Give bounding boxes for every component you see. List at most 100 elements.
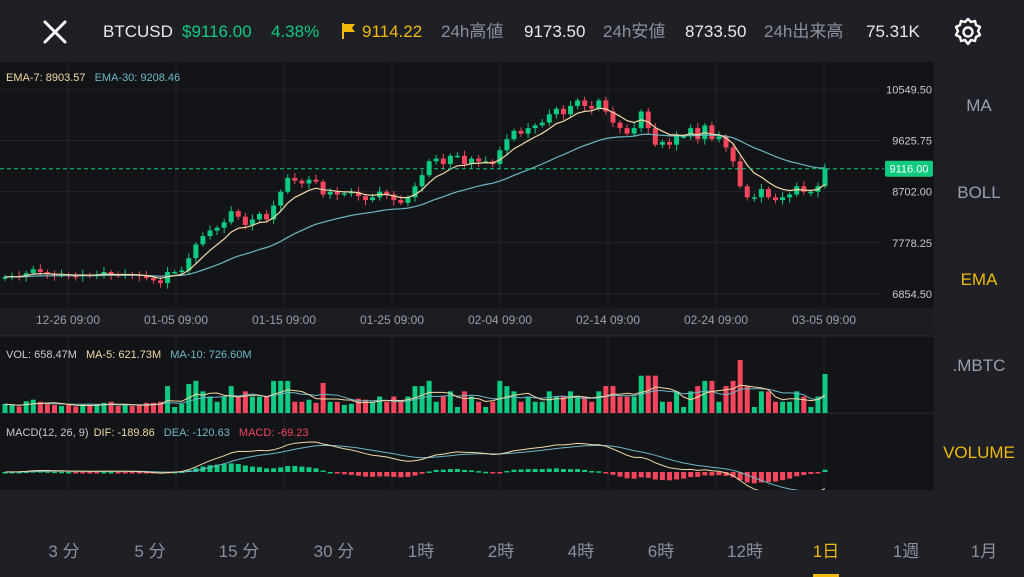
macd-histogram-bar <box>391 472 397 477</box>
candle-body <box>553 108 559 115</box>
volume-bar <box>256 396 262 413</box>
volume-bar <box>709 380 715 413</box>
volume-bar <box>285 380 291 413</box>
candle-body <box>808 191 814 194</box>
candle-body <box>370 197 376 201</box>
macd-histogram-bar <box>447 469 453 472</box>
macd-histogram-bar <box>518 469 524 472</box>
volume-bar <box>525 396 531 413</box>
candle-body <box>278 191 284 206</box>
timeframe-30m[interactable]: 30 分 <box>314 537 355 562</box>
candle-body <box>525 128 531 134</box>
macd-histogram-bar <box>292 465 298 472</box>
candle-body <box>172 272 178 274</box>
candle-body <box>264 213 270 220</box>
candle-body <box>221 222 227 228</box>
timeframe-5m[interactable]: 5 分 <box>134 537 165 562</box>
volume-bar <box>384 401 390 413</box>
sidebar-item-volume[interactable]: VOLUME <box>934 443 1024 463</box>
time-tick-label: 02-14 09:00 <box>576 313 640 327</box>
candle-body <box>235 211 241 217</box>
trading-app: BTCUSD $9116.00 4.38% 9114.22 24h高値 9173… <box>0 0 1024 577</box>
candlestick-chart[interactable]: 10549.50 9625.75 8702.00 7778.25 6854.50 12-2… <box>0 62 934 497</box>
macd-histogram-bar <box>51 471 57 474</box>
candle-body <box>306 179 312 184</box>
macd-histogram-bar <box>560 469 566 472</box>
macd-histogram-bar <box>666 472 672 481</box>
macd-legend: MACD(12, 26, 9) DIF: -189.86 DEA: -120.6… <box>6 427 309 439</box>
macd-histogram-bar <box>659 472 665 481</box>
timeframe-1h[interactable]: 1時 <box>408 537 434 562</box>
candle-body <box>320 181 326 195</box>
timeframe-1w[interactable]: 1週 <box>893 537 919 562</box>
volume-bar <box>751 407 757 413</box>
close-icon[interactable] <box>40 17 70 47</box>
volume-bar <box>278 380 284 413</box>
volume-bar <box>59 405 65 413</box>
candle-body <box>773 197 779 201</box>
sidebar-item-ma[interactable]: MA <box>934 96 1024 116</box>
candle-body <box>681 136 687 138</box>
timeframe-4h[interactable]: 4時 <box>568 537 594 562</box>
volume-bar <box>292 401 298 413</box>
volume-bar <box>73 406 79 413</box>
candle-body <box>765 189 771 198</box>
sidebar-item-boll[interactable]: BOLL <box>934 183 1024 203</box>
candle-body <box>659 141 665 145</box>
chart-panel[interactable]: 10549.50 9625.75 8702.00 7778.25 6854.50 12-2… <box>0 62 934 497</box>
low-value: 8733.50 <box>685 22 747 41</box>
timeframe-3m[interactable]: 3 分 <box>48 537 79 562</box>
sidebar-item-ema[interactable]: EMA <box>934 270 1024 290</box>
volume-bar <box>228 386 234 413</box>
macd-value-legend: MACD: -69.23 <box>238 427 309 439</box>
time-tick-label: 03-05 09:00 <box>792 313 856 327</box>
macd-histogram-bar <box>278 467 284 472</box>
volume-bar <box>483 407 489 413</box>
symbol-label[interactable]: BTCUSD <box>103 22 173 42</box>
macd-histogram-bar <box>582 469 588 472</box>
timeframe-1d[interactable]: 1日 <box>813 537 839 562</box>
macd-histogram-bar <box>264 468 270 472</box>
macd-histogram-bar <box>341 472 347 475</box>
macd-histogram-bar <box>221 464 227 472</box>
macd-histogram-bar <box>115 472 121 474</box>
candle-body <box>787 194 793 198</box>
price-tick-label: 9625.75 <box>892 136 932 148</box>
macd-histogram-bar <box>490 472 496 474</box>
macd-histogram-bar <box>249 466 255 472</box>
macd-histogram-bar <box>94 472 100 474</box>
candle-body <box>751 197 757 199</box>
candle-body <box>518 130 524 134</box>
candle-body <box>539 122 545 126</box>
volume-bar <box>398 401 404 413</box>
timeframe-1mo[interactable]: 1月 <box>971 537 997 562</box>
macd-histogram-bar <box>419 472 425 474</box>
gear-icon[interactable] <box>950 14 986 50</box>
change-percent: 4.38% <box>271 22 320 41</box>
volume-bar <box>773 401 779 413</box>
candle-body <box>207 230 213 237</box>
macd-histogram-bar <box>207 465 213 472</box>
candle-body <box>758 189 764 198</box>
volume-bar <box>87 404 93 413</box>
timeframe-12h[interactable]: 12時 <box>727 537 763 562</box>
candle-body <box>589 105 595 109</box>
candle-body <box>737 161 743 187</box>
candle-body <box>780 197 786 201</box>
macd-histogram-bar <box>398 472 404 478</box>
macd-histogram-bar <box>716 472 722 476</box>
candle-body <box>546 114 552 123</box>
candle-body <box>497 150 503 165</box>
timeframe-15m[interactable]: 15 分 <box>219 537 260 562</box>
macd-histogram-bar <box>744 472 750 483</box>
macd-histogram-bar <box>320 470 326 472</box>
time-tick-label: 01-15 09:00 <box>252 313 316 327</box>
candle-body <box>709 125 715 140</box>
timeframe-2h[interactable]: 2時 <box>488 537 514 562</box>
timeframe-6h[interactable]: 6時 <box>648 537 674 562</box>
current-price-tag-label: 9116.00 <box>890 164 929 176</box>
volume-bar <box>659 401 665 413</box>
volume-bar <box>617 396 623 413</box>
macd-histogram-bar <box>59 471 65 474</box>
sidebar-item-mbtc[interactable]: .MBTC <box>934 356 1024 376</box>
